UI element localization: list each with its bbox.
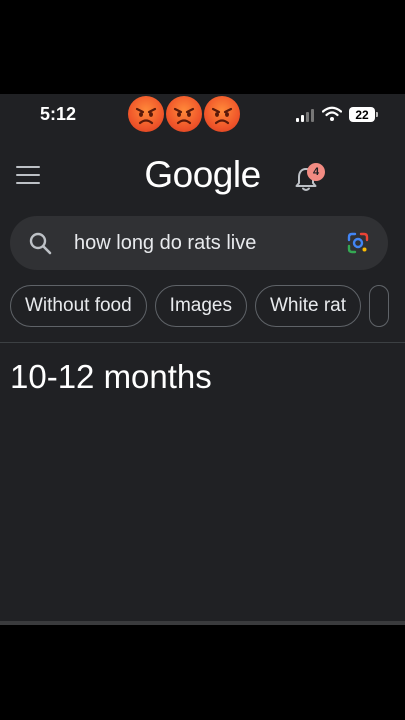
search-bar[interactable]: how long do rats live <box>10 216 388 270</box>
battery-indicator: 22 <box>349 107 378 122</box>
search-query[interactable]: how long do rats live <box>74 232 256 255</box>
search-icon[interactable] <box>28 231 52 255</box>
emoji-group <box>128 96 240 132</box>
status-time: 5:12 <box>40 104 77 124</box>
angry-face-icon <box>166 96 202 132</box>
chip-images[interactable]: Images <box>154 285 247 327</box>
chip-without-food[interactable]: Without food <box>10 285 147 327</box>
angry-face-icon <box>128 96 164 132</box>
home-indicator-edge <box>0 621 405 625</box>
signal-icon <box>296 108 314 122</box>
wifi-icon <box>322 106 342 121</box>
angry-face-icon <box>204 96 240 132</box>
featured-answer: 10-12 months <box>10 358 212 395</box>
suggestion-chips: Without food Images White rat <box>10 285 390 327</box>
google-logo: Google <box>144 154 261 195</box>
chip-partial[interactable] <box>369 285 390 327</box>
divider <box>0 342 405 343</box>
notification-badge: 4 <box>307 163 325 181</box>
google-lens-icon[interactable] <box>346 231 370 255</box>
chip-white-rat[interactable]: White rat <box>254 285 362 327</box>
